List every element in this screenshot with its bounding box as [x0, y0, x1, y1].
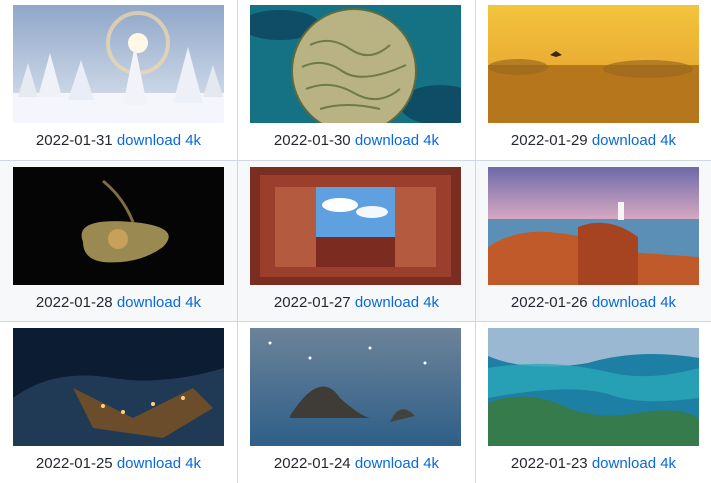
download-4k-link[interactable]: download 4k	[355, 132, 439, 149]
wallpaper-card: 2022-01-30 download 4k	[238, 0, 476, 161]
wallpaper-card: 2022-01-29 download 4k	[476, 0, 711, 161]
wallpaper-caption: 2022-01-27 download 4k	[238, 294, 475, 311]
wallpaper-caption: 2022-01-31 download 4k	[0, 132, 237, 149]
wallpaper-card: 2022-01-26 download 4k	[476, 161, 711, 322]
wallpaper-caption: 2022-01-26 download 4k	[476, 294, 711, 311]
wallpaper-caption: 2022-01-30 download 4k	[238, 132, 475, 149]
download-4k-link[interactable]: download 4k	[117, 455, 201, 472]
wallpaper-card: 2022-01-28 download 4k	[0, 161, 238, 322]
wallpaper-date: 2022-01-26	[510, 294, 588, 311]
wallpaper-thumbnail-tropical-bay[interactable]	[488, 328, 699, 446]
wallpaper-date: 2022-01-28	[35, 294, 113, 311]
wallpaper-date: 2022-01-24	[273, 455, 351, 472]
download-4k-link[interactable]: download 4k	[592, 455, 676, 472]
download-4k-link[interactable]: download 4k	[592, 132, 676, 149]
wallpaper-card: 2022-01-25 download 4k	[0, 322, 238, 483]
wallpaper-thumbnail-stingray[interactable]	[13, 167, 224, 285]
wallpaper-thumbnail-city-lights[interactable]	[13, 328, 224, 446]
wallpaper-date: 2022-01-23	[510, 455, 588, 472]
wallpaper-caption: 2022-01-29 download 4k	[476, 132, 711, 149]
wallpaper-card: 2022-01-24 download 4k	[238, 322, 476, 483]
wallpaper-date: 2022-01-30	[273, 132, 351, 149]
wallpaper-caption: 2022-01-25 download 4k	[0, 455, 237, 472]
wallpaper-caption: 2022-01-24 download 4k	[238, 455, 475, 472]
wallpaper-date: 2022-01-31	[35, 132, 113, 149]
wallpaper-caption: 2022-01-23 download 4k	[476, 455, 711, 472]
wallpaper-thumbnail-brain-coral[interactable]	[250, 5, 461, 123]
download-4k-link[interactable]: download 4k	[355, 455, 439, 472]
wallpaper-card: 2022-01-23 download 4k	[476, 322, 711, 483]
wallpaper-thumbnail-palace-courtyard[interactable]	[250, 167, 461, 285]
wallpaper-caption: 2022-01-28 download 4k	[0, 294, 237, 311]
wallpaper-thumbnail-golden-meadow[interactable]	[488, 5, 699, 123]
wallpaper-card: 2022-01-31 download 4k	[0, 0, 238, 161]
wallpaper-thumbnail-snowy-sea-rocks[interactable]	[250, 328, 461, 446]
wallpaper-grid: 2022-01-31 download 4k 2022-01-30 downlo…	[0, 0, 711, 483]
wallpaper-thumbnail-coastal-lighthouse[interactable]	[488, 167, 699, 285]
wallpaper-card: 2022-01-27 download 4k	[238, 161, 476, 322]
download-4k-link[interactable]: download 4k	[117, 132, 201, 149]
download-4k-link[interactable]: download 4k	[355, 294, 439, 311]
download-4k-link[interactable]: download 4k	[117, 294, 201, 311]
download-4k-link[interactable]: download 4k	[592, 294, 676, 311]
wallpaper-date: 2022-01-25	[35, 455, 113, 472]
wallpaper-date: 2022-01-27	[273, 294, 351, 311]
wallpaper-thumbnail-snowy-forest[interactable]	[13, 5, 224, 123]
wallpaper-date: 2022-01-29	[510, 132, 588, 149]
